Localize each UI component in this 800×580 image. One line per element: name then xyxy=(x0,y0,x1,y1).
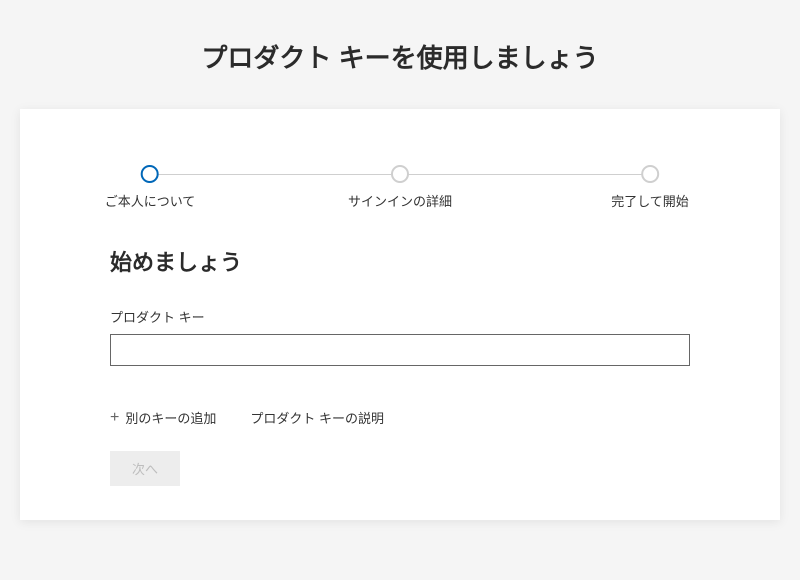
step-circle-icon xyxy=(141,165,159,183)
step-label: サインインの詳細 xyxy=(348,191,452,210)
step-about-you: ご本人について xyxy=(105,165,196,210)
page-title: プロダクト キーを使用しましょう xyxy=(0,0,800,109)
progress-stepper: ご本人について サインインの詳細 完了して開始 xyxy=(110,165,690,219)
step-circle-icon xyxy=(641,165,659,183)
add-another-key-button[interactable]: + 別のキーの追加 xyxy=(110,408,216,427)
step-label: 完了して開始 xyxy=(611,191,689,210)
product-key-help-link[interactable]: プロダクト キーの説明 xyxy=(250,408,384,427)
section-heading: 始めましょう xyxy=(110,245,690,277)
step-circle-icon xyxy=(391,165,409,183)
product-key-input[interactable] xyxy=(110,334,690,366)
main-card: ご本人について サインインの詳細 完了して開始 始めましょう プロダクト キー … xyxy=(20,109,780,520)
step-signin-details: サインインの詳細 xyxy=(348,165,452,210)
add-another-key-label: 別のキーの追加 xyxy=(125,408,216,427)
step-complete: 完了して開始 xyxy=(611,165,689,210)
next-button[interactable]: 次へ xyxy=(110,451,180,486)
step-label: ご本人について xyxy=(105,191,196,210)
plus-icon: + xyxy=(110,410,119,426)
product-key-label: プロダクト キー xyxy=(110,307,690,326)
